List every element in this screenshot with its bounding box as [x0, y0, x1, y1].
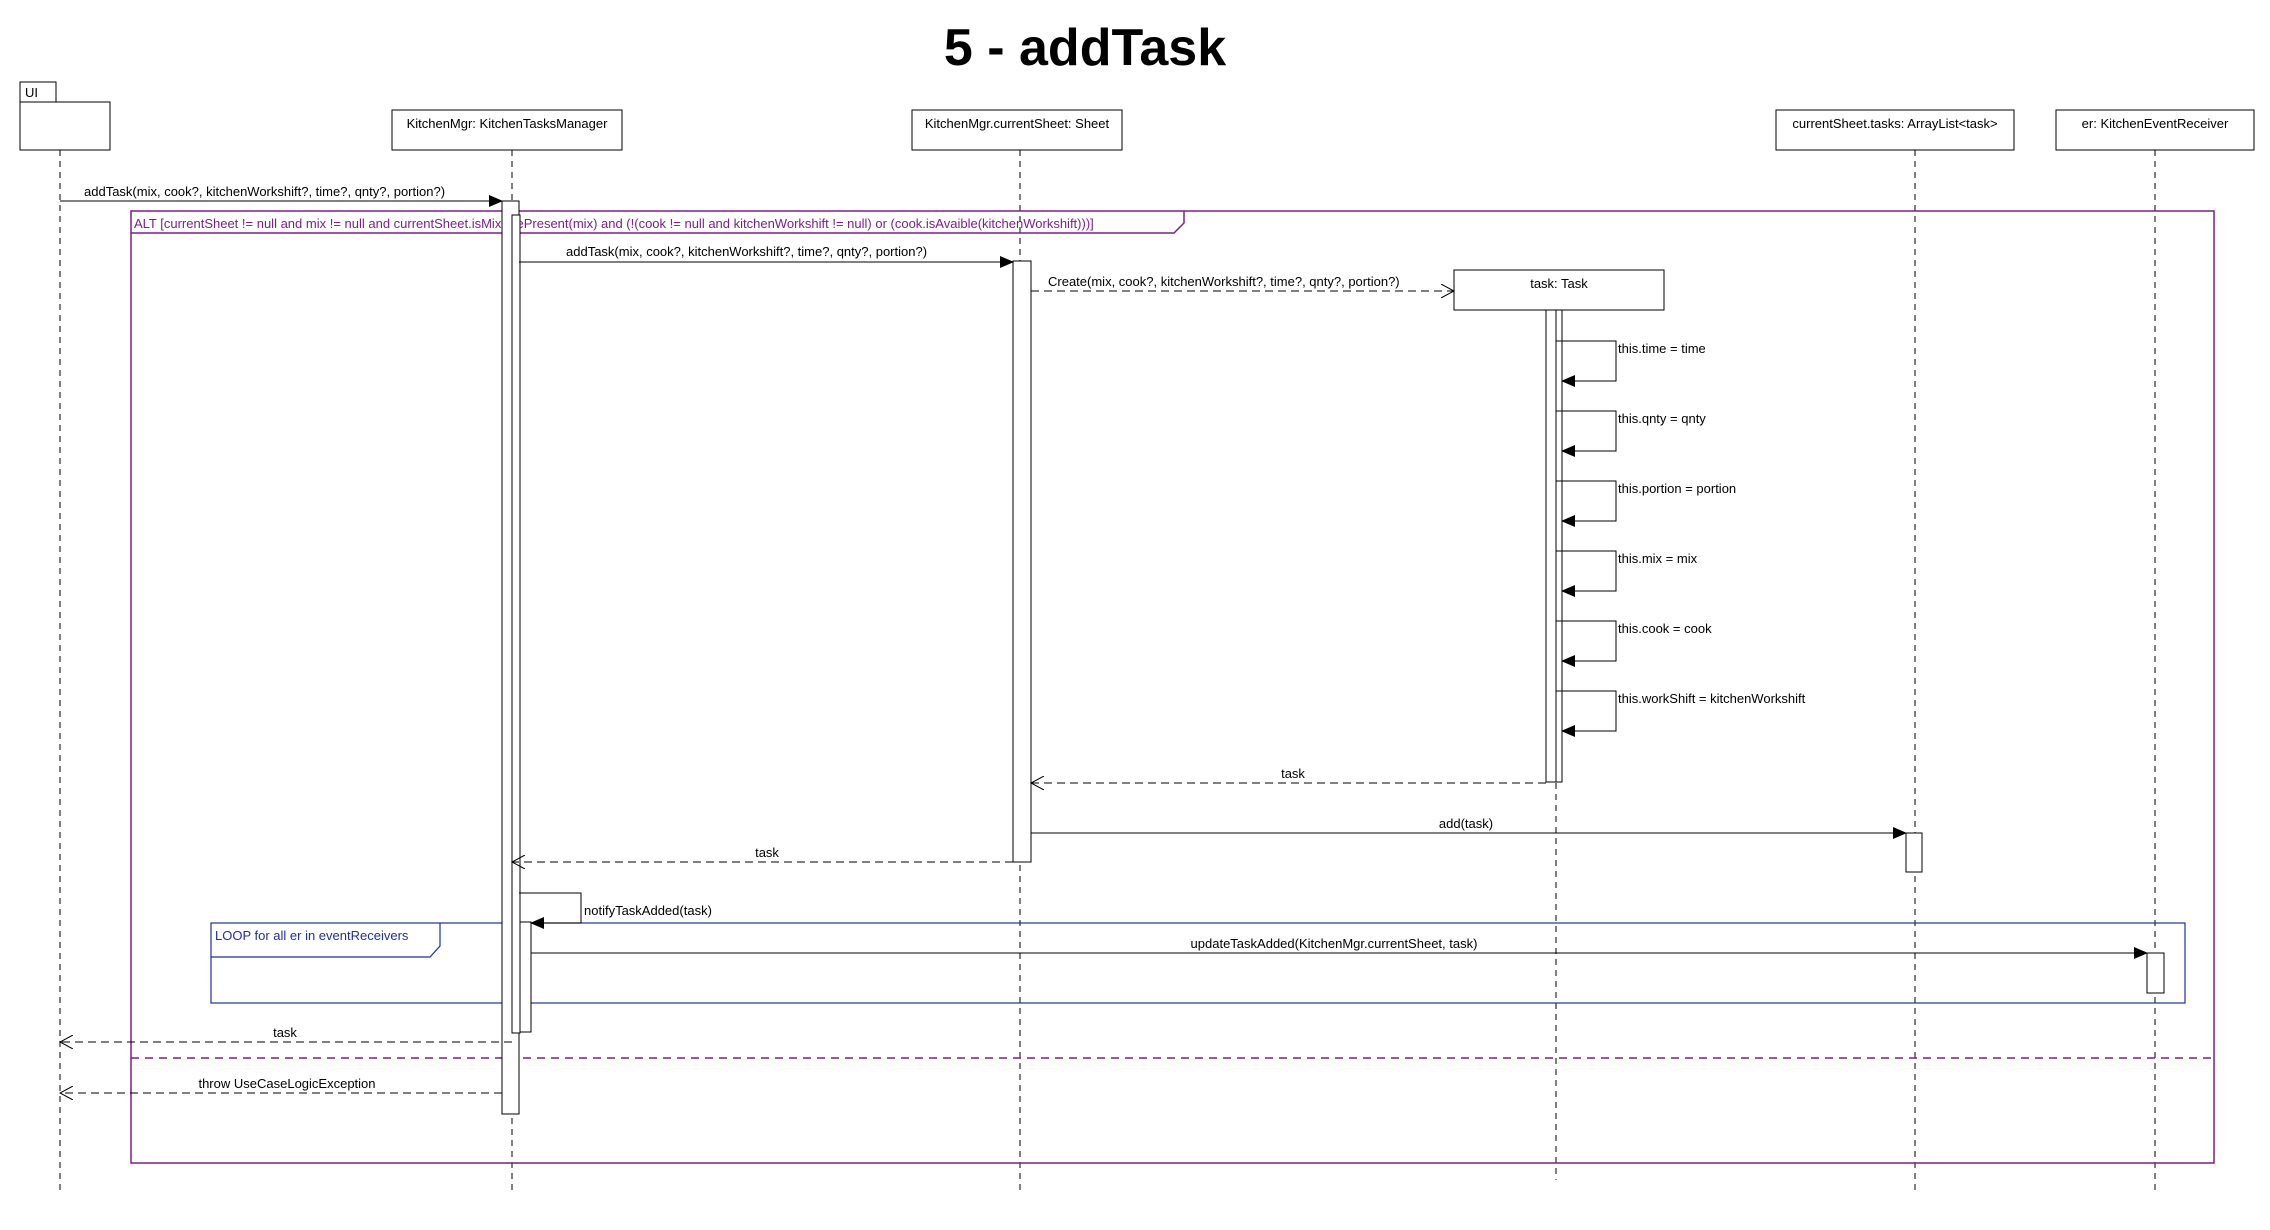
alt-guard: ALT [currentSheet != null and mix != nul… — [134, 216, 1094, 231]
ui-package-label: UI — [25, 85, 38, 100]
self-msg-time-label: this.time = time — [1618, 341, 1706, 356]
participant-er[interactable]: er: KitchenEventReceiver — [2055, 109, 2255, 151]
alt-fragment: ALT [currentSheet != null and mix != nul… — [130, 210, 2215, 1164]
return-exception-ui-label: throw UseCaseLogicException — [198, 1076, 375, 1091]
self-msg-mix — [1556, 550, 1617, 597]
ui-package[interactable]: UI — [19, 81, 111, 151]
participant-sheet-label: KitchenMgr.currentSheet: Sheet — [925, 116, 1110, 131]
self-msg-notify — [519, 892, 582, 929]
self-msg-cook — [1556, 620, 1617, 667]
self-msg-qnty — [1556, 410, 1617, 457]
participant-task[interactable]: task: Task — [1453, 269, 1665, 311]
self-msg-portion — [1556, 480, 1617, 527]
msg-addtask-ui-label: addTask(mix, cook?, kitchenWorkshift?, t… — [84, 184, 445, 199]
self-msg-portion-label: this.portion = portion — [1618, 481, 1736, 496]
sequence-diagram: UI KitchenMgr: KitchenTasksManager Kitch… — [19, 81, 2255, 1190]
km-activation-notify — [519, 921, 532, 1033]
self-msg-notify-label: notifyTaskAdded(task) — [584, 903, 712, 918]
participant-sheet[interactable]: KitchenMgr.currentSheet: Sheet — [911, 109, 1123, 151]
participant-er-label: er: KitchenEventReceiver — [2082, 116, 2229, 131]
self-msg-workshift-label: this.workShift = kitchenWorkshift — [1618, 691, 1806, 706]
participant-tasks[interactable]: currentSheet.tasks: ArrayList<task> — [1775, 109, 2015, 151]
return-task-km-label: task — [755, 845, 779, 860]
return-task-ui-label: task — [273, 1025, 297, 1040]
sheet-activation — [1012, 260, 1032, 863]
self-msg-workshift — [1556, 690, 1617, 737]
loop-guard: LOOP for all er in eventReceivers — [215, 928, 409, 943]
km-activation-inner — [511, 214, 521, 1034]
self-msg-qnty-label: this.qnty = qnty — [1618, 411, 1706, 426]
participant-task-label: task: Task — [1530, 276, 1588, 291]
self-msg-time — [1556, 340, 1617, 387]
self-msg-cook-label: this.cook = cook — [1618, 621, 1712, 636]
msg-create-label: Create(mix, cook?, kitchenWorkshift?, ti… — [1048, 274, 1400, 289]
msg-add-task-label: add(task) — [1439, 816, 1493, 831]
participant-km[interactable]: KitchenMgr: KitchenTasksManager — [391, 109, 623, 151]
er-activation — [2146, 952, 2165, 994]
participant-tasks-label: currentSheet.tasks: ArrayList<task> — [1792, 116, 1997, 131]
task-activation-inner — [1555, 309, 1563, 783]
return-task-sheet-label: task — [1281, 766, 1305, 781]
self-msg-mix-label: this.mix = mix — [1618, 551, 1698, 566]
tasks-activation — [1905, 832, 1923, 873]
msg-addtask-km-label: addTask(mix, cook?, kitchenWorkshift?, t… — [566, 244, 927, 259]
participant-km-label: KitchenMgr: KitchenTasksManager — [407, 116, 609, 131]
msg-update-task-added-label: updateTaskAdded(KitchenMgr.currentSheet,… — [1191, 936, 1478, 951]
